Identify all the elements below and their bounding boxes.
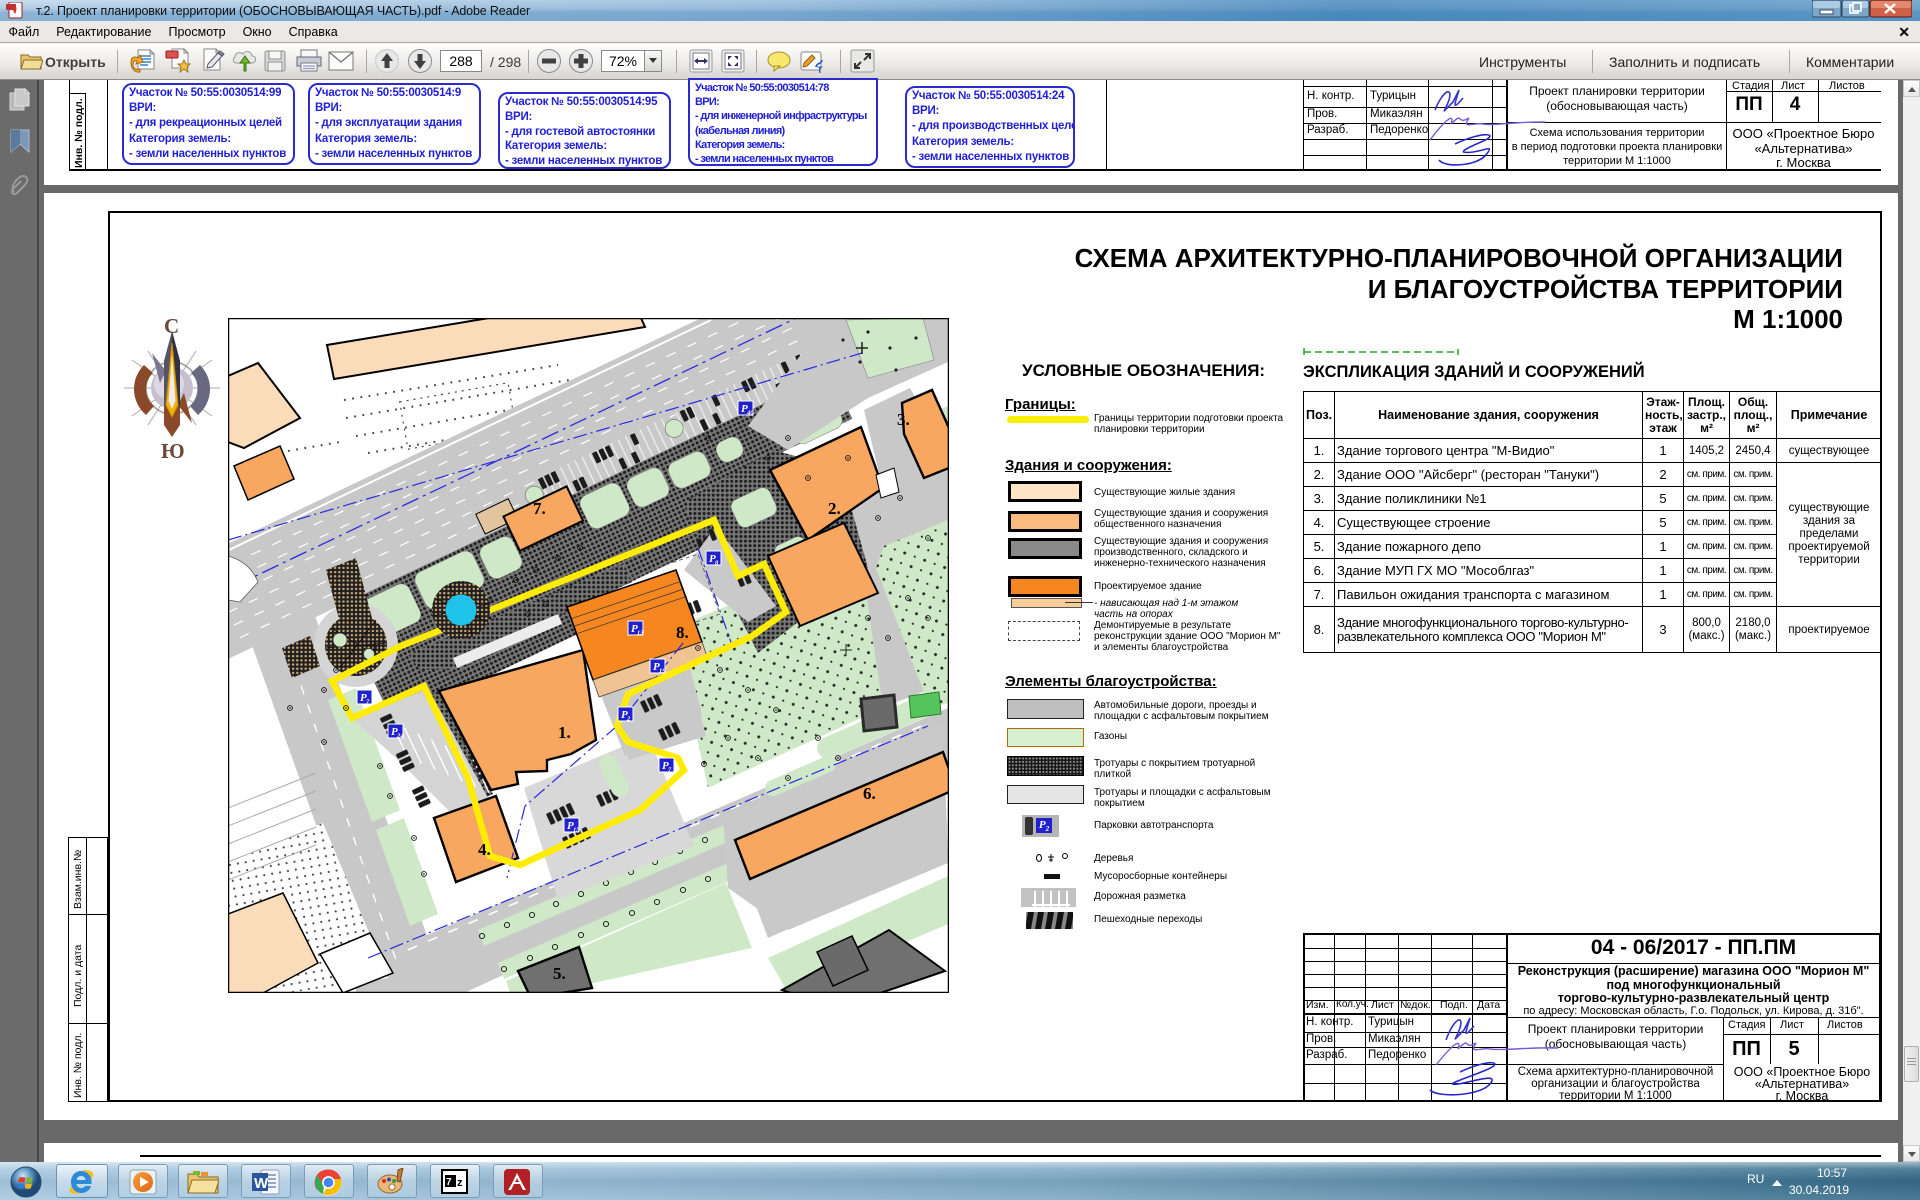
svg-text:13: 13 (637, 630, 644, 637)
svg-text:Подл. и дата: Подл. и дата (72, 945, 84, 1007)
svg-text:6.: 6. (863, 784, 876, 803)
svg-text:24: 24 (396, 733, 404, 740)
svg-text:Инв. № подл.: Инв. № подл. (73, 98, 85, 168)
svg-text:2.: 2. (828, 499, 841, 518)
svg-text:7.: 7. (533, 499, 546, 518)
svg-text:1.: 1. (558, 723, 571, 742)
svg-text:z: z (457, 1177, 463, 1189)
svg-text:T: T (817, 65, 823, 74)
svg-text:Ю: Ю (161, 439, 185, 461)
svg-text:W: W (254, 1175, 269, 1192)
svg-text:19: 19 (659, 668, 666, 675)
svg-text:5.: 5. (553, 964, 566, 983)
svg-text:Инв. № подл.: Инв. № подл. (72, 1033, 84, 1098)
svg-text:Взам.инв.№: Взам.инв.№ (72, 850, 84, 909)
svg-text:4.: 4. (478, 840, 491, 859)
svg-text:40: 40 (746, 410, 754, 417)
svg-text:15: 15 (573, 827, 580, 834)
svg-text:7: 7 (446, 1177, 452, 1188)
svg-text:3.: 3. (897, 410, 910, 429)
svg-text:8.: 8. (676, 623, 689, 642)
